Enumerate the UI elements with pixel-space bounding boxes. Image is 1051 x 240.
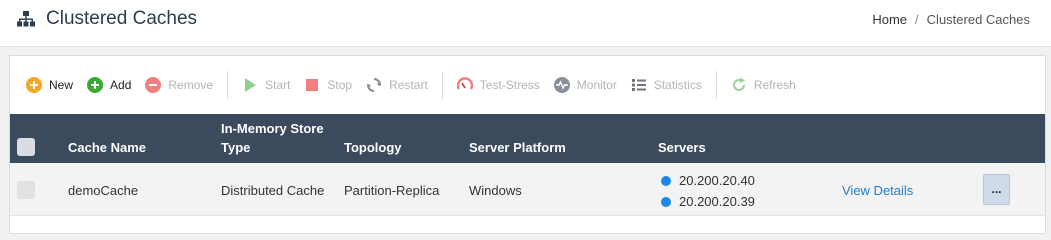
refresh-button[interactable]: Refresh: [731, 73, 796, 97]
page-title: Clustered Caches: [46, 8, 198, 29]
column-header-server-platform[interactable]: Server Platform: [469, 138, 566, 157]
column-header-store-type-line1: In-Memory Store: [221, 121, 324, 136]
breadcrumb-separator: /: [915, 12, 919, 27]
stop-button-label: Stop: [327, 77, 353, 92]
remove-button-label: Remove: [168, 77, 214, 92]
add-button-label: Add: [110, 77, 132, 92]
title-wrap: Clustered Caches: [16, 8, 197, 30]
play-icon: [245, 77, 257, 92]
platform-cell: Windows: [469, 183, 522, 198]
store-type-cell: Distributed Cache: [221, 183, 325, 198]
toolbar-divider: [441, 70, 443, 99]
row-checkbox[interactable]: [17, 181, 35, 199]
stop-icon: [306, 78, 319, 91]
more-actions-button[interactable]: ...: [983, 174, 1010, 205]
remove-button[interactable]: Remove: [145, 73, 213, 97]
restart-button-label: Restart: [389, 77, 428, 92]
stop-button[interactable]: Stop: [304, 73, 352, 97]
topology-cell: Partition-Replica: [344, 183, 440, 198]
heartbeat-icon: [553, 76, 570, 93]
restart-icon: [367, 77, 382, 92]
column-header-cache-name[interactable]: Cache Name: [68, 138, 146, 157]
start-button[interactable]: Start: [242, 73, 290, 97]
minus-circle-icon: [145, 76, 162, 93]
toolbar-divider: [227, 70, 229, 99]
test-stress-button-label: Test-Stress: [479, 77, 540, 92]
toolbar-divider: [715, 70, 717, 99]
column-header-topology[interactable]: Topology: [344, 138, 402, 157]
column-header-servers[interactable]: Servers: [658, 138, 706, 157]
caches-panel: New Add Remove Start Stop Restart Test-S…: [9, 55, 1046, 234]
breadcrumb-current: Clustered Caches: [926, 12, 1030, 27]
refresh-button-label: Refresh: [753, 77, 796, 92]
statistics-button[interactable]: Statistics: [631, 73, 702, 97]
plus-circle-icon: [87, 76, 104, 93]
server-address: 20.200.20.40: [679, 173, 755, 188]
column-header-store-type-line2: Type: [221, 140, 251, 155]
server-status-dot: [661, 196, 671, 207]
breadcrumb: Home / Clustered Caches: [872, 12, 1030, 27]
sitemap-icon: [17, 11, 35, 27]
new-button-label: New: [49, 77, 74, 92]
select-all-checkbox[interactable]: [17, 138, 35, 156]
page-header: Clustered Caches Home / Clustered Caches: [0, 0, 1051, 47]
cache-name-cell: demoCache: [68, 183, 139, 198]
monitor-button[interactable]: Monitor: [553, 73, 617, 97]
server-address: 20.200.20.39: [679, 194, 755, 209]
server-entry: 20.200.20.39: [661, 194, 755, 209]
server-entry: 20.200.20.40: [661, 173, 755, 188]
list-icon: [631, 78, 646, 91]
statistics-button-label: Statistics: [653, 77, 702, 92]
new-button[interactable]: New: [26, 73, 73, 97]
plus-circle-icon: [26, 76, 42, 93]
restart-button[interactable]: Restart: [366, 73, 428, 97]
refresh-icon: [732, 77, 745, 91]
monitor-button-label: Monitor: [576, 77, 617, 92]
column-header-store-type[interactable]: In-Memory Store Type: [221, 119, 324, 157]
speedometer-icon: [456, 76, 473, 90]
server-status-dot: [661, 175, 671, 186]
test-stress-button[interactable]: Test-Stress: [456, 73, 540, 97]
table-row[interactable]: demoCache Distributed Cache Partition-Re…: [10, 163, 1045, 216]
toolbar: New Add Remove Start Stop Restart Test-S…: [10, 56, 1045, 113]
breadcrumb-home-link[interactable]: Home: [872, 12, 907, 27]
table-header: Cache Name In-Memory Store Type Topology…: [10, 114, 1045, 163]
view-details-link[interactable]: View Details: [842, 183, 913, 198]
add-button[interactable]: Add: [87, 73, 131, 97]
start-button-label: Start: [265, 77, 291, 92]
